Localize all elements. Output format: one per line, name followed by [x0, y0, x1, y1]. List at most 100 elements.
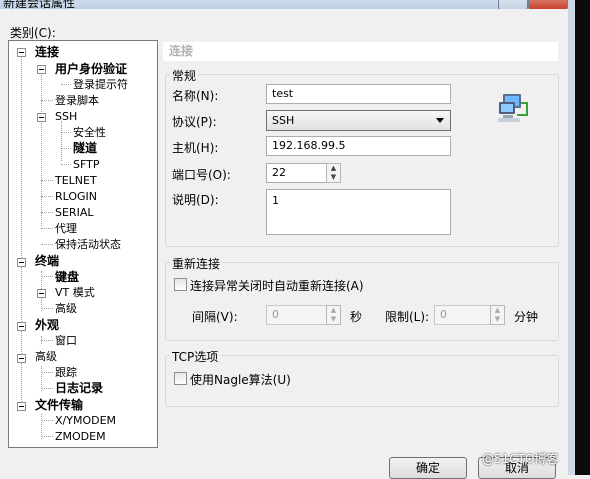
- tree-item-proxy[interactable]: 代理: [55, 222, 77, 236]
- tree-line: [61, 121, 62, 161]
- tree-line: [41, 196, 53, 197]
- window-title: 新建会话属性: [3, 0, 76, 9]
- tree-item-sftp[interactable]: SFTP: [73, 158, 99, 172]
- tree-item-keyboard[interactable]: 键盘: [55, 270, 79, 284]
- tree-line: [41, 228, 53, 229]
- tree-item-zmodem[interactable]: ZMODEM: [55, 430, 106, 444]
- expand-icon[interactable]: [37, 289, 46, 298]
- general-group-label: 常规: [170, 67, 199, 84]
- reconnect-group-label: 重新连接: [170, 255, 223, 272]
- collapse-icon[interactable]: [17, 322, 26, 331]
- collapse-icon[interactable]: [17, 48, 26, 57]
- nagle-checkbox[interactable]: [174, 372, 187, 385]
- stepper-up-icon[interactable]: ▲: [491, 306, 504, 315]
- tree-item-xymodem[interactable]: X/YMODEM: [55, 414, 116, 428]
- tree-line: [41, 212, 53, 213]
- nagle-label: 使用Nagle算法(U): [190, 373, 291, 387]
- tree-line: [41, 308, 53, 309]
- limit-field[interactable]: 0: [434, 305, 494, 325]
- port-label: 端口号(O):: [172, 168, 231, 182]
- tree-line: [41, 372, 53, 373]
- tree-line: [41, 71, 42, 226]
- tree-item-connection[interactable]: 连接: [35, 45, 59, 59]
- title-bar: 新建会话属性: [0, 0, 568, 9]
- tree-item-file-transfer[interactable]: 文件传输: [35, 398, 83, 412]
- name-field[interactable]: test: [266, 84, 451, 104]
- tree-item-advanced-root[interactable]: 高级: [35, 350, 57, 364]
- tree-line: [61, 164, 71, 165]
- tree-item-ssh[interactable]: SSH: [55, 110, 77, 124]
- tree-line: [41, 436, 53, 437]
- tree-line: [41, 276, 53, 277]
- tree-line: [61, 148, 71, 149]
- tree-item-logging[interactable]: 日志记录: [55, 381, 103, 395]
- protocol-label: 协议(P):: [172, 115, 217, 129]
- tree-item-advanced[interactable]: 高级: [55, 302, 77, 316]
- tree-item-trace[interactable]: 跟踪: [55, 366, 77, 380]
- category-label: 类别(C):: [10, 26, 56, 40]
- minutes-unit: 分钟: [514, 310, 539, 324]
- host-field[interactable]: 192.168.99.5: [266, 136, 451, 156]
- category-tree[interactable]: 连接 用户身份验证 登录提示符 登录脚本 SSH 安全性 隧道 SFTP TEL…: [8, 40, 158, 448]
- tree-item-terminal[interactable]: 终端: [35, 254, 59, 268]
- collapse-icon[interactable]: [37, 65, 46, 74]
- stepper-down-icon[interactable]: ▼: [327, 315, 340, 324]
- stepper-down-icon[interactable]: ▼: [327, 173, 340, 182]
- limit-label: 限制(L):: [385, 310, 430, 324]
- stepper-up-icon[interactable]: ▲: [327, 306, 340, 315]
- tree-line: [41, 420, 53, 421]
- help-button[interactable]: [498, 0, 528, 9]
- auto-reconnect-checkbox[interactable]: [174, 278, 187, 291]
- limit-stepper[interactable]: ▲ ▼: [490, 305, 505, 325]
- seconds-unit: 秒: [350, 310, 363, 324]
- port-field[interactable]: 22: [266, 163, 328, 183]
- description-label: 说明(D):: [172, 193, 219, 207]
- tree-item-login-prompt[interactable]: 登录提示符: [73, 78, 128, 92]
- collapse-icon[interactable]: [17, 402, 26, 411]
- interval-field[interactable]: 0: [266, 305, 328, 325]
- collapse-icon[interactable]: [37, 113, 46, 122]
- tree-item-login-script[interactable]: 登录脚本: [55, 94, 99, 108]
- chevron-down-icon: [436, 118, 444, 123]
- tree-line: [41, 388, 53, 389]
- panel-title: 连接: [163, 42, 558, 61]
- stepper-down-icon[interactable]: ▼: [491, 315, 504, 324]
- protocol-select[interactable]: SSH: [266, 110, 451, 131]
- auto-reconnect-label: 连接异常关闭时自动重新连接(A): [190, 279, 364, 293]
- tree-item-rlogin[interactable]: RLOGIN: [55, 190, 97, 204]
- tree-line: [41, 244, 53, 245]
- computer-network-icon: [498, 94, 528, 122]
- tree-item-security[interactable]: 安全性: [73, 126, 106, 140]
- port-stepper[interactable]: ▲ ▼: [326, 163, 341, 183]
- tree-item-window[interactable]: 窗口: [55, 334, 77, 348]
- collapse-icon[interactable]: [17, 258, 26, 267]
- tcp-group-label: TCP选项: [170, 348, 221, 365]
- tree-item-vt-mode[interactable]: VT 模式: [55, 286, 95, 300]
- watermark: @51CTO博客: [482, 452, 559, 466]
- tree-item-auth[interactable]: 用户身份验证: [55, 62, 127, 76]
- ok-button[interactable]: 确定: [389, 457, 467, 479]
- tree-item-telnet[interactable]: TELNET: [55, 174, 97, 188]
- interval-label: 间隔(V):: [192, 310, 238, 324]
- tree-line: [41, 100, 53, 101]
- tree-item-tunnel[interactable]: 隧道: [73, 141, 97, 155]
- tree-line: [61, 132, 71, 133]
- reconnect-group: [165, 262, 559, 341]
- window-border: [568, 0, 575, 475]
- window-controls: [498, 0, 568, 9]
- tree-line: [41, 340, 53, 341]
- tree-item-keepalive[interactable]: 保持活动状态: [55, 238, 121, 252]
- collapse-icon[interactable]: [17, 354, 26, 363]
- background-desktop: [568, 0, 590, 475]
- host-label: 主机(H):: [172, 141, 219, 155]
- protocol-value: SSH: [272, 114, 295, 127]
- description-field[interactable]: 1: [266, 189, 451, 235]
- tree-line: [61, 84, 71, 85]
- close-button[interactable]: [528, 0, 568, 9]
- name-label: 名称(N):: [172, 89, 219, 103]
- stepper-up-icon[interactable]: ▲: [327, 164, 340, 173]
- tree-item-serial[interactable]: SERIAL: [55, 206, 93, 220]
- tree-line: [41, 180, 53, 181]
- tree-item-appearance[interactable]: 外观: [35, 318, 59, 332]
- interval-stepper[interactable]: ▲ ▼: [326, 305, 341, 325]
